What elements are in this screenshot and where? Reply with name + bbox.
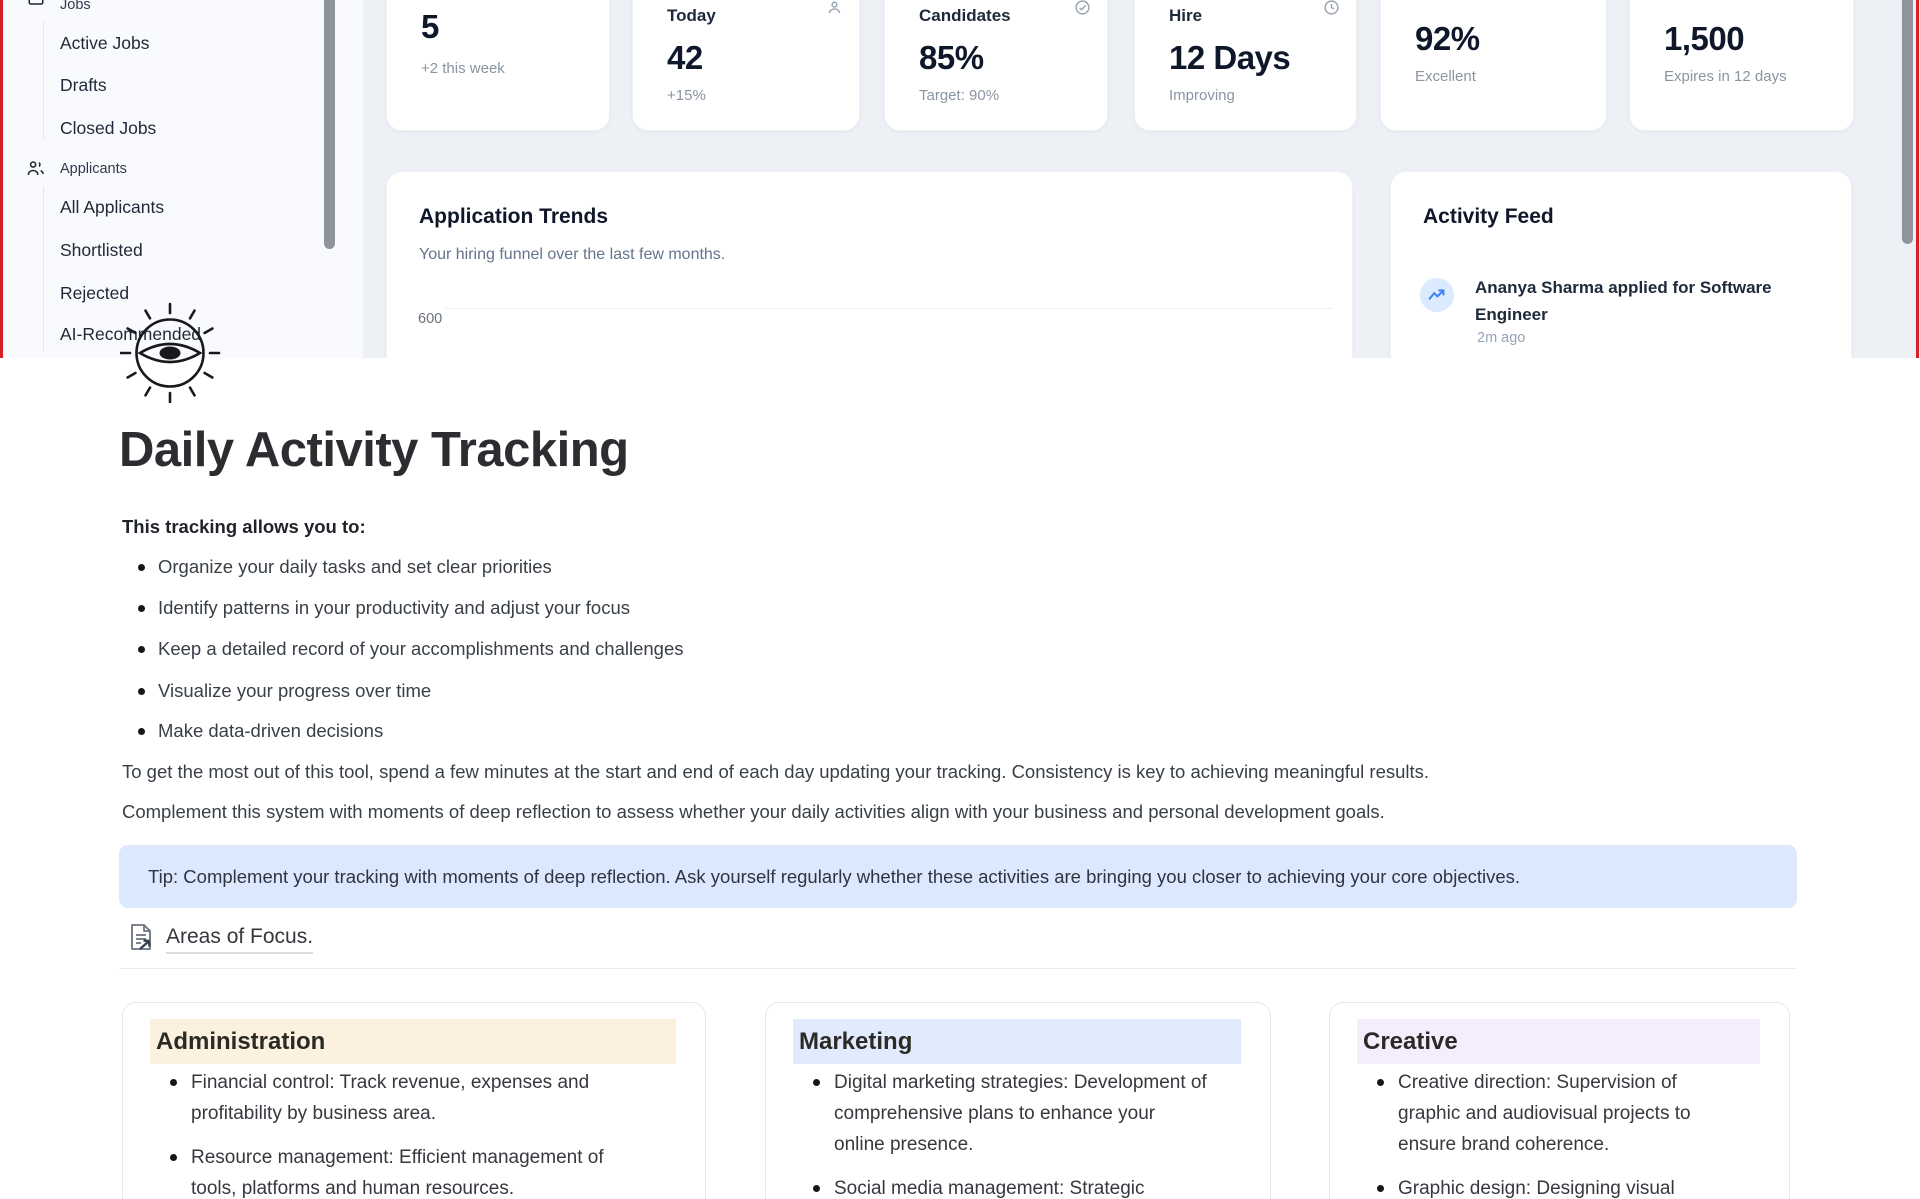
feed-entry-text: Ananya Sharma applied for Software Engin… — [1475, 274, 1772, 328]
sidebar-item-label: Closed Jobs — [60, 118, 156, 138]
sidebar-item-label: All Applicants — [60, 197, 164, 217]
briefcase-icon — [27, 0, 45, 12]
sidebar-section-applicants[interactable]: Applicants — [60, 160, 360, 178]
card-header: Creative — [1357, 1019, 1760, 1064]
crop-border-right — [1916, 0, 1919, 358]
sidebar-section-jobs[interactable]: Jobs — [60, 0, 360, 14]
list-item-text: Make data-driven decisions — [158, 720, 383, 741]
y-axis-tick: 600 — [418, 311, 442, 327]
stat-value: 5 — [421, 8, 439, 46]
stat-subtext: +2 this week — [421, 60, 505, 77]
stat-card-open-jobs: 5 +2 this week — [386, 0, 610, 131]
list-item: Organize your daily tasks and set clear … — [158, 556, 552, 578]
document-body: Daily Activity Tracking This tracking al… — [0, 358, 1920, 1199]
stat-card-shortlisted-candidates: Candidates 85% Target: 90% — [884, 0, 1108, 131]
list-item-text: Visualize your progress over time — [158, 680, 431, 701]
trending-up-icon — [1426, 284, 1448, 311]
crop-border-left — [0, 0, 3, 358]
check-circle-icon — [1074, 0, 1091, 16]
application-trends-card: Application Trends Your hiring funnel ov… — [386, 171, 1353, 358]
card-title: Creative — [1357, 1019, 1760, 1064]
card-bullet: Creative direction: Supervision of graph… — [1377, 1067, 1781, 1160]
sidebar-item-closed-jobs[interactable]: Closed Jobs — [60, 118, 360, 139]
stat-value: 12 Days — [1169, 39, 1290, 77]
sidebar-item-label: Shortlisted — [60, 240, 143, 260]
sidebar-item-rejected[interactable]: Rejected — [60, 283, 360, 304]
stat-subtext: Excellent — [1415, 68, 1476, 85]
activity-feed-title: Activity Feed — [1423, 205, 1554, 229]
card-header: Marketing — [793, 1019, 1241, 1064]
activity-feed-card: Activity Feed Ananya Sharma applied for … — [1390, 171, 1852, 358]
sidebar-item-label: Drafts — [60, 75, 107, 95]
list-item: Make data-driven decisions — [158, 720, 383, 742]
paragraph: Complement this system with moments of d… — [122, 801, 1385, 823]
tree-indent-line — [43, 186, 44, 352]
application-trends-subtitle: Your hiring funnel over the last few mon… — [419, 246, 725, 264]
stat-card-job-views: 1,500 Expires in 12 days — [1629, 0, 1854, 131]
sidebar-item-active-jobs[interactable]: Active Jobs — [60, 33, 360, 54]
card-title: Marketing — [793, 1019, 1241, 1064]
sidebar-item-all-applicants[interactable]: All Applicants — [60, 197, 360, 218]
intro-heading: This tracking allows you to: — [122, 516, 366, 538]
sidebar-scrollbar[interactable] — [324, 0, 335, 249]
card-bullet: Graphic design: Designing visual — [1377, 1173, 1781, 1199]
list-item: Visualize your progress over time — [158, 680, 431, 702]
tip-callout: Tip: Complement your tracking with momen… — [119, 845, 1797, 908]
list-item-text: Organize your daily tasks and set clear … — [158, 556, 552, 577]
divider — [119, 968, 1797, 969]
list-item-text: Identify patterns in your productivity a… — [158, 597, 630, 618]
sidebar-section-label: Applicants — [60, 161, 127, 177]
stat-value: 85% — [919, 39, 984, 77]
stat-subtext: Expires in 12 days — [1664, 68, 1787, 85]
card-bullet: Resource management: Efficient managemen… — [170, 1142, 697, 1199]
administration-card: Administration Financial control: Track … — [122, 1002, 706, 1199]
stat-title: Hire — [1169, 6, 1202, 26]
creative-card: Creative Creative direction: Supervision… — [1329, 1002, 1790, 1199]
card-bullet: Social media management: Strategic — [813, 1173, 1262, 1199]
stat-title: Candidates — [919, 6, 1011, 26]
paragraph: To get the most out of this tool, spend … — [122, 761, 1429, 783]
application-trends-title: Application Trends — [419, 205, 608, 229]
stat-value: 42 — [667, 39, 703, 77]
stat-subtext: +15% — [667, 87, 706, 104]
sidebar-item-drafts[interactable]: Drafts — [60, 75, 360, 96]
eye-logo-icon — [120, 302, 221, 403]
page: Jobs Active Jobs Drafts Closed Jobs Appl… — [0, 0, 1920, 1199]
stat-card-offer-acceptance: 92% Excellent — [1380, 0, 1607, 131]
card-bullet: Financial control: Track revenue, expens… — [170, 1067, 697, 1129]
list-item-text: Keep a detailed record of your accomplis… — [158, 638, 684, 659]
sidebar-item-shortlisted[interactable]: Shortlisted — [60, 240, 360, 261]
list-item: Identify patterns in your productivity a… — [158, 597, 630, 619]
page-link-icon — [128, 923, 155, 952]
clock-icon — [1323, 0, 1340, 16]
sidebar-section-label: Jobs — [60, 0, 91, 13]
page-title: Daily Activity Tracking — [119, 422, 629, 478]
stat-title: Today — [667, 6, 716, 26]
feed-avatar — [1420, 278, 1454, 312]
stat-card-applications-today: Today 42 +15% — [632, 0, 860, 131]
tree-indent-line — [43, 22, 44, 140]
dashboard-screenshot: Jobs Active Jobs Drafts Closed Jobs Appl… — [0, 0, 1920, 358]
page-scrollbar[interactable] — [1902, 0, 1913, 244]
marketing-card: Marketing Digital marketing strategies: … — [765, 1002, 1271, 1199]
sidebar-item-label: Active Jobs — [60, 33, 149, 53]
card-title: Administration — [150, 1019, 676, 1064]
stat-value: 1,500 — [1664, 20, 1744, 58]
list-item: Keep a detailed record of your accomplis… — [158, 638, 684, 660]
tip-text: Tip: Complement your tracking with momen… — [148, 866, 1520, 888]
user-icon — [826, 0, 843, 16]
card-bullet: Digital marketing strategies: Developmen… — [813, 1067, 1262, 1160]
link-label[interactable]: Areas of Focus. — [166, 925, 313, 954]
sidebar-item-label: Rejected — [60, 283, 129, 303]
chart-gridline — [445, 308, 1333, 309]
stat-subtext: Improving — [1169, 87, 1235, 104]
feed-entry-time: 2m ago — [1477, 330, 1525, 346]
stat-card-time-to-hire: Hire 12 Days Improving — [1134, 0, 1357, 131]
stat-value: 92% — [1415, 20, 1480, 58]
card-header: Administration — [150, 1019, 676, 1064]
stat-subtext: Target: 90% — [919, 87, 999, 104]
users-icon — [26, 159, 45, 183]
